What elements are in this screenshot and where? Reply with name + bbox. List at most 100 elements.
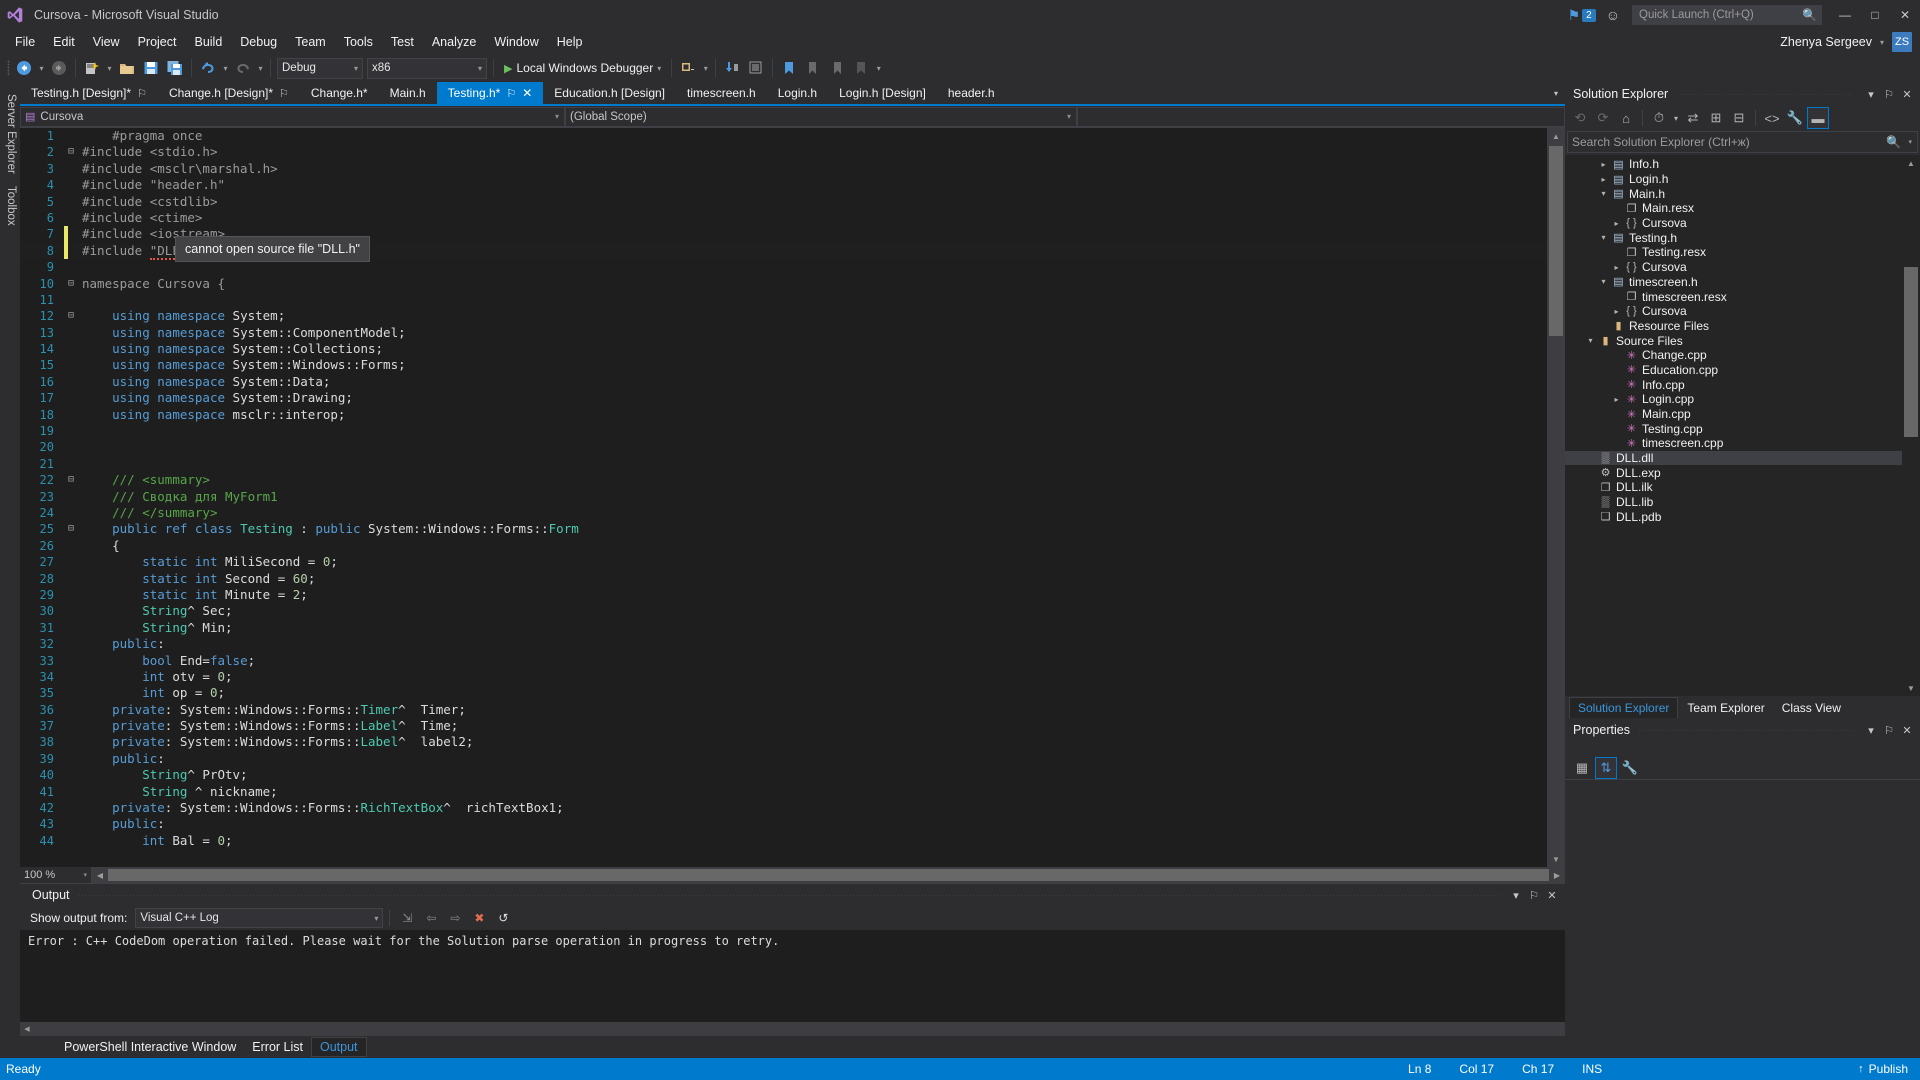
expander-icon[interactable]: ▾ — [1597, 233, 1610, 242]
expander-icon[interactable]: ▸ — [1610, 395, 1623, 404]
fold-toggle-icon[interactable]: ⊟ — [64, 308, 78, 324]
code-line[interactable]: 4 #include "header.h" — [20, 177, 1547, 193]
attach-process-icon[interactable] — [676, 56, 700, 80]
tab-change-h[interactable]: Change.h* — [300, 82, 379, 104]
project-scope-select[interactable]: ▤ Cursova ▾ — [20, 106, 565, 127]
bookmark-icon[interactable] — [777, 56, 801, 80]
output-panel-pin-icon[interactable]: ⚐ — [1525, 886, 1543, 904]
solution-explorer-pin-icon[interactable]: ⚐ — [1880, 84, 1898, 104]
tree-item-testing-cpp[interactable]: ✳ Testing.cpp — [1565, 421, 1902, 436]
properties-page-icon[interactable]: 🔧 — [1619, 757, 1641, 779]
clear-all-icon[interactable]: ✖ — [468, 907, 490, 929]
code-line[interactable]: 42 private: System::Windows::Forms::Rich… — [20, 800, 1547, 816]
code-line[interactable]: 1 #pragma once — [20, 128, 1547, 144]
previous-bookmark-icon[interactable] — [801, 56, 825, 80]
code-line[interactable]: 44 int Bal = 0; — [20, 833, 1547, 849]
code-line[interactable]: 37 private: System::Windows::Forms::Labe… — [20, 718, 1547, 734]
scroll-up-icon[interactable]: ▲ — [1547, 128, 1565, 144]
editor-horizontal-scrollbar[interactable]: ◀ ▶ — [92, 867, 1565, 883]
toolbar-grip[interactable] — [4, 59, 12, 77]
editor-scroll-thumb[interactable] — [1549, 146, 1563, 336]
step-over-icon[interactable] — [744, 56, 768, 80]
tab-testing-h-design[interactable]: Testing.h [Design]* ⚐ — [20, 82, 158, 104]
notifications-button[interactable]: ⚑ 2 — [1568, 7, 1596, 24]
tree-item-resource-files[interactable]: ▮ Resource Files — [1565, 319, 1902, 334]
redo-icon[interactable] — [231, 56, 255, 80]
tab-class-view[interactable]: Class View — [1774, 698, 1849, 718]
code-line[interactable]: 13 using namespace System::ComponentMode… — [20, 325, 1547, 341]
user-account-name[interactable]: Zhenya Sergeev — [1780, 35, 1872, 49]
code-line[interactable]: 35 int op = 0; — [20, 685, 1547, 701]
member-scope-extra-select[interactable] — [1077, 106, 1565, 127]
code-line[interactable]: 30 String^ Sec; — [20, 603, 1547, 619]
tree-scroll-thumb[interactable] — [1904, 267, 1918, 437]
tree-item-dll-ilk[interactable]: ❐ DLL.ilk — [1565, 480, 1902, 495]
code-line[interactable]: 12 ⊟ using namespace System; — [20, 308, 1547, 324]
code-line[interactable]: 25 ⊟ public ref class Testing : public Sy… — [20, 521, 1547, 537]
menu-item-help[interactable]: Help — [548, 32, 592, 52]
tab-main-h[interactable]: Main.h — [379, 82, 437, 104]
next-bookmark-icon[interactable] — [825, 56, 849, 80]
chevron-down-icon[interactable]: ▾ — [1908, 138, 1912, 146]
menu-item-analyze[interactable]: Analyze — [423, 32, 485, 52]
tree-item-cursova[interactable]: ▸{ } Cursova — [1565, 216, 1902, 231]
new-project-icon[interactable] — [80, 56, 104, 80]
expander-icon[interactable]: ▸ — [1610, 219, 1623, 228]
scroll-down-icon[interactable]: ▼ — [1547, 851, 1565, 867]
scroll-left-icon[interactable]: ◀ — [20, 1025, 34, 1033]
menu-item-build[interactable]: Build — [185, 32, 231, 52]
scroll-down-icon[interactable]: ▼ — [1902, 680, 1920, 696]
code-line[interactable]: 21 — [20, 456, 1547, 472]
start-debugging-button[interactable]: ▶ Local Windows Debugger ▾ — [498, 56, 667, 80]
open-file-icon[interactable] — [115, 56, 139, 80]
pin-icon[interactable]: ⚐ — [137, 87, 147, 100]
expander-icon[interactable]: ▸ — [1597, 175, 1610, 184]
refresh-icon[interactable]: ⊞ — [1705, 107, 1727, 129]
save-all-icon[interactable] — [163, 56, 187, 80]
code-line[interactable]: 17 using namespace System::Drawing; — [20, 390, 1547, 406]
tree-item-education-cpp[interactable]: ✳ Education.cpp — [1565, 363, 1902, 378]
code-line[interactable]: 41 String ^ nickname; — [20, 784, 1547, 800]
navigate-forward-icon[interactable] — [47, 56, 71, 80]
tree-item-source-files[interactable]: ▾ ▮ Source Files — [1565, 333, 1902, 348]
tree-item-main-resx[interactable]: ❐ Main.resx — [1565, 201, 1902, 216]
tab-timescreen-h[interactable]: timescreen.h — [676, 82, 767, 104]
code-line[interactable]: 19 — [20, 423, 1547, 439]
scroll-left-icon[interactable]: ◀ — [92, 871, 108, 880]
tab-login-h[interactable]: Login.h — [767, 82, 828, 104]
code-line[interactable]: 22 ⊟ /// <summary> — [20, 472, 1547, 488]
solution-platform-select[interactable]: x86 ▾ — [367, 57, 487, 79]
code-line[interactable]: 15 using namespace System::Windows::Form… — [20, 357, 1547, 373]
tab-team-explorer[interactable]: Team Explorer — [1679, 698, 1772, 718]
panel-drag-dots[interactable] — [77, 894, 1499, 896]
fold-toggle-icon[interactable]: ⊟ — [64, 276, 78, 292]
properties-grid[interactable] — [1565, 780, 1920, 1058]
avatar[interactable]: ZS — [1892, 32, 1912, 52]
solution-tree[interactable]: ▸ ▤ Info.h ▸ ▤ Login.h ▾ ▤ Main.h ❐ Main.resx ▸{ } C… — [1565, 155, 1920, 696]
code-line[interactable]: 29 static int Minute = 2; — [20, 587, 1547, 603]
chevron-down-icon[interactable]: ▾ — [1880, 38, 1884, 47]
tree-item-main-cpp[interactable]: ✳ Main.cpp — [1565, 407, 1902, 422]
tree-item-change-cpp[interactable]: ✳ Change.cpp — [1565, 348, 1902, 363]
properties-icon[interactable]: 🔧 — [1784, 107, 1806, 129]
code-line[interactable]: 14 using namespace System::Collections; — [20, 341, 1547, 357]
sync-with-active-document-icon[interactable]: ⇄ — [1682, 107, 1704, 129]
tree-item-testing-h[interactable]: ▾ ▤ Testing.h — [1565, 230, 1902, 245]
tree-item-timescreen-resx[interactable]: ❐ timescreen.resx — [1565, 289, 1902, 304]
output-panel-dropdown-icon[interactable]: ▾ — [1507, 886, 1525, 904]
solution-explorer-dropdown-icon[interactable]: ▾ — [1862, 84, 1880, 104]
menu-item-tools[interactable]: Tools — [335, 32, 382, 52]
pin-icon[interactable]: ⚐ — [506, 87, 516, 100]
tree-item-testing-resx[interactable]: ❐ Testing.resx — [1565, 245, 1902, 260]
undo-icon[interactable] — [196, 56, 220, 80]
navigate-back-icon[interactable] — [12, 56, 36, 80]
back-icon[interactable]: ⟲ — [1569, 107, 1591, 129]
step-into-icon[interactable] — [720, 56, 744, 80]
search-icon[interactable]: 🔍 — [1886, 135, 1901, 149]
menu-item-team[interactable]: Team — [286, 32, 335, 52]
pending-changes-icon[interactable]: ⏱ — [1648, 107, 1670, 129]
code-line[interactable]: 2 ⊟ #include <stdio.h> — [20, 144, 1547, 160]
chevron-down-icon[interactable]: ▾ — [657, 64, 661, 73]
alphabetical-icon[interactable]: ⇅ — [1595, 756, 1617, 779]
code-line[interactable]: 16 using namespace System::Data; — [20, 374, 1547, 390]
